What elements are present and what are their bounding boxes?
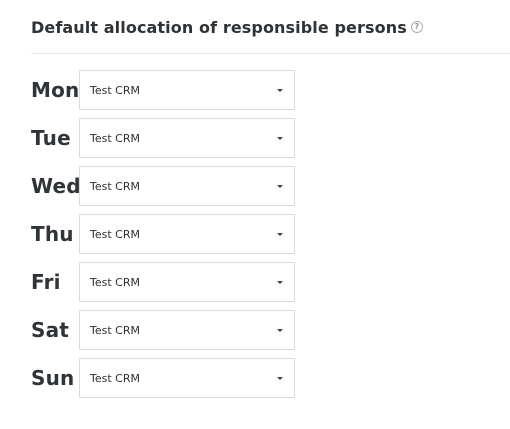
schedule-row-mon: Mon Test CRM bbox=[31, 70, 295, 110]
responsible-select-fri[interactable]: Test CRM bbox=[79, 262, 295, 302]
caret-down-icon bbox=[277, 377, 283, 380]
select-value: Test CRM bbox=[90, 227, 140, 241]
schedule-row-fri: Fri Test CRM bbox=[31, 262, 295, 302]
caret-down-icon bbox=[277, 185, 283, 188]
day-label: Sun bbox=[31, 366, 75, 390]
day-label: Thu bbox=[31, 222, 74, 246]
caret-down-icon bbox=[277, 137, 283, 140]
caret-down-icon bbox=[277, 89, 283, 92]
responsible-select-tue[interactable]: Test CRM bbox=[79, 118, 295, 158]
day-label: Wed bbox=[31, 174, 81, 198]
allocation-panel: Default allocation of responsible person… bbox=[0, 0, 510, 429]
schedule-row-wed: Wed Test CRM bbox=[31, 166, 295, 206]
select-value: Test CRM bbox=[90, 131, 140, 145]
schedule-list: Mon Test CRM Tue Test CRM Wed Test CRM T… bbox=[31, 70, 295, 406]
schedule-row-thu: Thu Test CRM bbox=[31, 214, 295, 254]
schedule-row-sat: Sat Test CRM bbox=[31, 310, 295, 350]
select-value: Test CRM bbox=[90, 275, 140, 289]
responsible-select-thu[interactable]: Test CRM bbox=[79, 214, 295, 254]
select-value: Test CRM bbox=[90, 323, 140, 337]
section-header: Default allocation of responsible person… bbox=[31, 15, 423, 39]
select-value: Test CRM bbox=[90, 371, 140, 385]
responsible-select-mon[interactable]: Test CRM bbox=[79, 70, 295, 110]
responsible-select-sun[interactable]: Test CRM bbox=[79, 358, 295, 398]
day-label: Sat bbox=[31, 318, 70, 342]
select-value: Test CRM bbox=[90, 179, 140, 193]
day-label: Fri bbox=[31, 270, 61, 294]
section-title: Default allocation of responsible person… bbox=[31, 17, 407, 37]
day-label: Mon bbox=[31, 78, 80, 102]
help-icon[interactable]: ? bbox=[410, 21, 423, 33]
responsible-select-sat[interactable]: Test CRM bbox=[79, 310, 295, 350]
schedule-row-sun: Sun Test CRM bbox=[31, 358, 295, 398]
select-value: Test CRM bbox=[90, 83, 140, 97]
caret-down-icon bbox=[277, 233, 283, 236]
day-label: Tue bbox=[31, 126, 71, 150]
schedule-row-tue: Tue Test CRM bbox=[31, 118, 295, 158]
caret-down-icon bbox=[277, 329, 283, 332]
caret-down-icon bbox=[277, 281, 283, 284]
divider bbox=[31, 53, 510, 54]
responsible-select-wed[interactable]: Test CRM bbox=[79, 166, 295, 206]
